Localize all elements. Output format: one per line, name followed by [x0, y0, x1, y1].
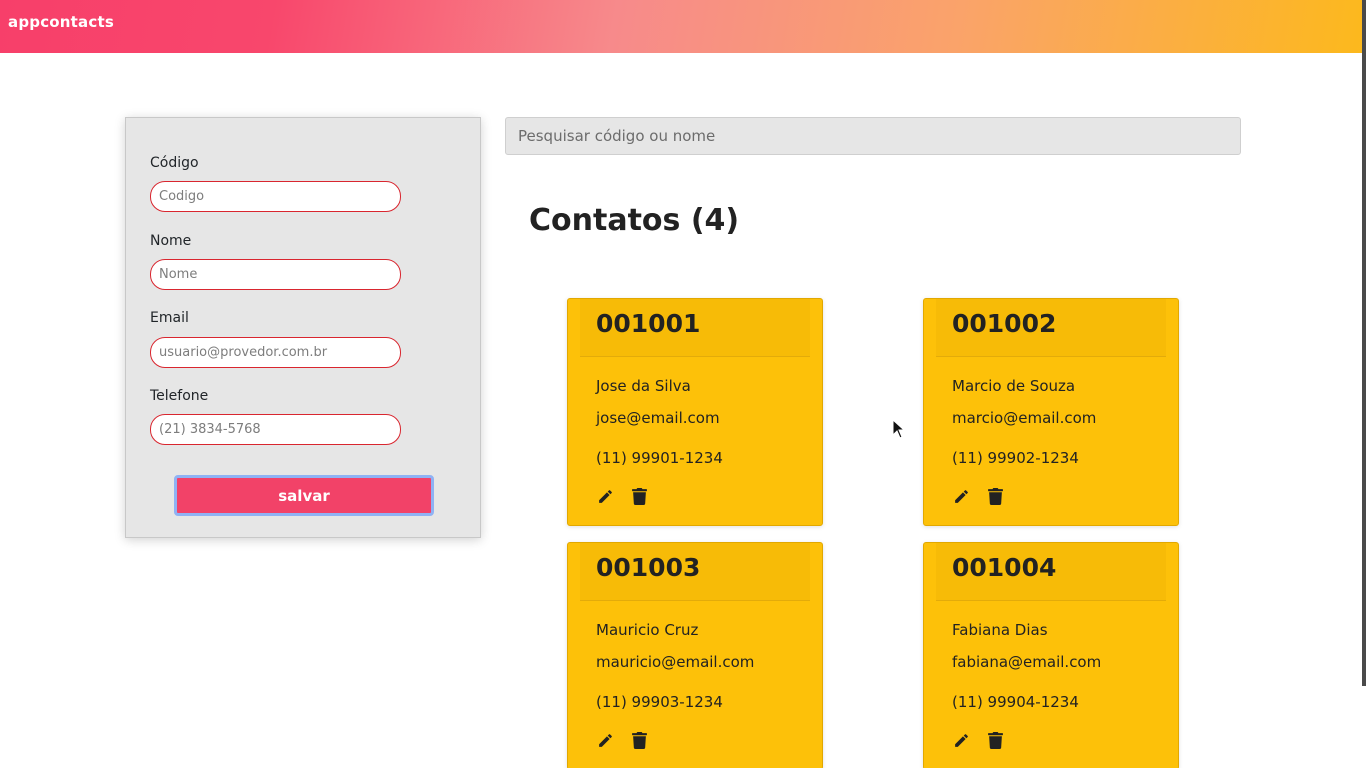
trash-icon[interactable] [986, 731, 1004, 749]
trash-icon[interactable] [630, 731, 648, 749]
contact-card-header: 001003 [580, 543, 810, 601]
pencil-icon[interactable] [596, 731, 614, 749]
contact-card-header: 001004 [936, 543, 1166, 601]
contact-code: 001003 [596, 553, 701, 582]
contacts-title-text: Contatos [529, 203, 681, 238]
contact-phone: (11) 99901-1234 [596, 449, 723, 467]
name-label: Nome [150, 233, 192, 249]
contact-code: 001001 [596, 309, 701, 338]
contact-email: jose@email.com [596, 409, 720, 427]
contact-card-header: 001002 [936, 299, 1166, 357]
code-input[interactable] [150, 181, 401, 212]
search-input[interactable] [505, 117, 1241, 155]
contact-phone: (11) 99904-1234 [952, 693, 1079, 711]
contact-email: fabiana@email.com [952, 653, 1102, 671]
email-input[interactable] [150, 337, 401, 368]
app-brand[interactable]: appcontacts [8, 13, 114, 31]
contact-card: 001002 Marcio de Souza marcio@email.com … [923, 298, 1179, 526]
name-input[interactable] [150, 259, 401, 290]
contact-name: Fabiana Dias [952, 621, 1048, 639]
contact-code: 001004 [952, 553, 1057, 582]
pencil-icon[interactable] [952, 731, 970, 749]
contact-card: 001003 Mauricio Cruz mauricio@email.com … [567, 542, 823, 768]
mouse-cursor-icon [892, 419, 906, 439]
contact-form: Código Nome Email Telefone salvar [125, 117, 481, 538]
email-label: Email [150, 310, 189, 326]
save-button[interactable]: salvar [174, 475, 434, 516]
contact-code: 001002 [952, 309, 1057, 338]
trash-icon[interactable] [630, 487, 648, 505]
contact-card-header: 001001 [580, 299, 810, 357]
scrollbar-thumb[interactable] [1362, 0, 1366, 686]
contact-email: mauricio@email.com [596, 653, 755, 671]
contact-phone: (11) 99902-1234 [952, 449, 1079, 467]
pencil-icon[interactable] [596, 487, 614, 505]
scrollbar-track[interactable] [1362, 0, 1366, 768]
contact-card: 001004 Fabiana Dias fabiana@email.com (1… [923, 542, 1179, 768]
contact-name: Marcio de Souza [952, 377, 1076, 395]
phone-label: Telefone [150, 388, 209, 404]
trash-icon[interactable] [986, 487, 1004, 505]
contact-name: Mauricio Cruz [596, 621, 699, 639]
phone-input[interactable] [150, 414, 401, 445]
contact-name: Jose da Silva [596, 377, 691, 395]
contacts-title: Contatos (4) [529, 203, 739, 238]
code-label: Código [150, 155, 199, 171]
contact-phone: (11) 99903-1234 [596, 693, 723, 711]
contact-card: 001001 Jose da Silva jose@email.com (11)… [567, 298, 823, 526]
contacts-count: (4) [690, 203, 740, 238]
pencil-icon[interactable] [952, 487, 970, 505]
contact-email: marcio@email.com [952, 409, 1097, 427]
app-header: appcontacts [0, 0, 1366, 53]
